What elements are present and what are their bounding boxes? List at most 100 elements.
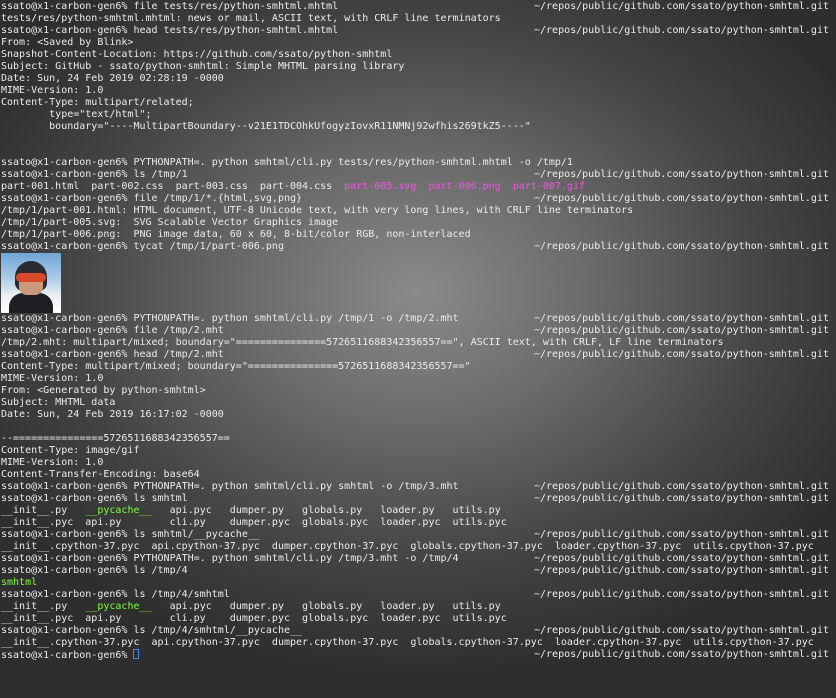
terminal-line: --===============5726511688342356557== <box>0 433 836 445</box>
line-text: type="text/html"; <box>1 109 152 120</box>
line-text: ssato@x1-carbon-gen6% ls /tmp/4/smhtml <box>1 589 230 600</box>
terminal-line-text: Subject: GitHub - ssato/python-smhtml: S… <box>1 61 404 73</box>
terminal-line-text: MIME-Version: 1.0 <box>1 457 103 469</box>
terminal-line: /tmp/1/part-006.png: PNG image data, 60 … <box>0 229 836 241</box>
terminal-line-text: /tmp/2.mht: multipart/mixed; boundary="=… <box>1 337 723 349</box>
line-text: ssato@x1-carbon-gen6% ls smhtml <box>1 493 188 504</box>
prompt-path: ~/repos/public/github.com/ssato/python-s… <box>533 589 829 600</box>
line-text: Content-Type: multipart/related; <box>1 97 194 108</box>
line-text: part-001.html part-002.css part-003.css … <box>1 181 345 192</box>
terminal-line: ssato@x1-carbon-gen6% head tests/res/pyt… <box>0 25 836 37</box>
terminal-line-text: ssato@x1-carbon-gen6% ls /tmp/4/smhtml <box>1 589 230 601</box>
prompt-path: ~/repos/public/github.com/ssato/python-s… <box>533 349 829 360</box>
terminal-line-text: ssato@x1-carbon-gen6% ls /tmp/4 <box>1 565 188 577</box>
terminal-line: ssato@x1-carbon-gen6% ls /tmp/1 ~/repos/p… <box>0 169 836 181</box>
terminal-line: Content-Type: image/gif <box>0 445 836 457</box>
terminal-line: ssato@x1-carbon-gen6% PYTHONPATH=. pytho… <box>0 157 836 169</box>
line-text: ssato@x1-carbon-gen6% PYTHONPATH=. pytho… <box>1 481 459 492</box>
terminal-line-text: Content-Type: image/gif <box>1 445 139 457</box>
terminal-line-text: ssato@x1-carbon-gen6% head /tmp/2.mht <box>1 349 224 361</box>
line-text: Subject: MHTML data <box>1 397 116 408</box>
line-text: ssato@x1-carbon-gen6% ls smhtml/__pycach… <box>1 529 260 540</box>
terminal-line-text: __init__.pyc api.py cli.py dumper.pyc gl… <box>1 613 507 625</box>
line-text: ssato@x1-carbon-gen6% PYTHONPATH=. pytho… <box>1 553 459 564</box>
terminal-line: smhtml <box>0 577 836 589</box>
terminal-line-text: MIME-Version: 1.0 <box>1 373 103 385</box>
line-text: /tmp/1/part-005.svg: SVG Scalable Vector… <box>1 217 339 228</box>
line-text: MIME-Version: 1.0 <box>1 457 104 468</box>
terminal-line: ssato@x1-carbon-gen6% tycat /tmp/1/part-… <box>0 241 836 253</box>
terminal-line: ssato@x1-carbon-gen6% ls smhtml/__pycach… <box>0 529 836 541</box>
prompt-path: ~/repos/public/github.com/ssato/python-s… <box>533 481 829 492</box>
terminal-line: ssato@x1-carbon-gen6% PYTHONPATH=. pytho… <box>0 481 836 493</box>
prompt-path: ~/repos/public/github.com/ssato/python-s… <box>533 625 829 636</box>
terminal-line: Content-Type: multipart/mixed; boundary=… <box>0 361 836 373</box>
terminal-line-text: part-001.html part-002.css part-003.css … <box>1 181 585 193</box>
terminal-line: type="text/html"; <box>0 109 836 121</box>
terminal-window[interactable]: ssato@x1-carbon-gen6% file tests/res/pyt… <box>0 0 836 698</box>
line-text: --===============5726511688342356557== <box>1 433 230 444</box>
terminal-line-text: __init__.py __pycache__ api.pyc dumper.p… <box>1 601 501 613</box>
line-text: __init__.pyc api.py cli.py dumper.pyc gl… <box>1 613 507 624</box>
terminal-line: MIME-Version: 1.0 <box>0 85 836 97</box>
terminal-line-text: ssato@x1-carbon-gen6% <box>1 649 140 661</box>
directory-name: __pycache__ <box>85 601 152 612</box>
line-text: api.pyc dumper.py globals.py loader.py u… <box>151 601 501 612</box>
terminal-line-text: __init__.py __pycache__ api.pyc dumper.p… <box>1 505 501 517</box>
terminal-line-text: type="text/html"; <box>1 109 152 121</box>
line-text: api.pyc dumper.py globals.py loader.py u… <box>151 505 501 516</box>
terminal-line-text: smhtml <box>1 577 37 589</box>
terminal-line: /tmp/1/part-001.html: HTML document, UTF… <box>0 205 836 217</box>
line-text: ssato@x1-carbon-gen6% head tests/res/pyt… <box>1 25 339 36</box>
terminal-line: Subject: MHTML data <box>0 397 836 409</box>
line-text: ssato@x1-carbon-gen6% PYTHONPATH=. pytho… <box>1 313 459 324</box>
terminal-line-text: Content-Type: multipart/mixed; boundary=… <box>1 361 471 373</box>
terminal-line: __init__.py __pycache__ api.pyc dumper.p… <box>0 601 836 613</box>
line-text: Date: Sun, 24 Feb 2019 16:17:02 -0000 <box>1 409 224 420</box>
terminal-line-text: boundary="----MultipartBoundary--v21E1TD… <box>1 121 531 133</box>
terminal-line: /tmp/1/part-005.svg: SVG Scalable Vector… <box>0 217 836 229</box>
terminal-line-text: ssato@x1-carbon-gen6% file tests/res/pyt… <box>1 1 338 13</box>
terminal-line: ssato@x1-carbon-gen6% ~/repos/public/git… <box>0 649 836 661</box>
terminal-line-text: Subject: MHTML data <box>1 397 115 409</box>
prompt-path: ~/repos/public/github.com/ssato/python-s… <box>533 493 829 504</box>
terminal-line: __init__.cpython-37.pyc api.cpython-37.p… <box>0 541 836 553</box>
terminal-line: ssato@x1-carbon-gen6% ls /tmp/4 ~/repos/p… <box>0 565 836 577</box>
terminal-line-text: ssato@x1-carbon-gen6% file /tmp/2.mht <box>1 325 224 337</box>
line-text: ssato@x1-carbon-gen6% ls /tmp/1 <box>1 169 188 180</box>
terminal-line: From: <Saved by Blink> <box>0 37 836 49</box>
terminal-line: ssato@x1-carbon-gen6% ls /tmp/4/smhtml/_… <box>0 625 836 637</box>
line-text: ssato@x1-carbon-gen6% <box>1 650 134 661</box>
terminal-line-text: ssato@x1-carbon-gen6% tycat /tmp/1/part-… <box>1 241 284 253</box>
terminal-line: boundary="----MultipartBoundary--v21E1TD… <box>0 121 836 133</box>
line-text: __init__.cpython-37.pyc api.cpython-37.p… <box>1 541 814 552</box>
terminal-line-text: MIME-Version: 1.0 <box>1 85 103 97</box>
image-file-names: part-005.svg part-006.png part-007.gif <box>344 181 585 192</box>
terminal-line: ssato@x1-carbon-gen6% ls /tmp/4/smhtml ~/… <box>0 589 836 601</box>
terminal-line: ssato@x1-carbon-gen6% ls smhtml ~/repos/p… <box>0 493 836 505</box>
line-text: Snapshot-Content-Location: https://githu… <box>1 49 393 60</box>
terminal-line: Date: Sun, 24 Feb 2019 16:17:02 -0000 <box>0 409 836 421</box>
terminal-line: Content-Transfer-Encoding: base64 <box>0 469 836 481</box>
terminal-line: Subject: GitHub - ssato/python-smhtml: S… <box>0 61 836 73</box>
prompt-path: ~/repos/public/github.com/ssato/python-s… <box>533 193 829 204</box>
prompt-path: ~/repos/public/github.com/ssato/python-s… <box>533 169 829 180</box>
prompt-path: ~/repos/public/github.com/ssato/python-s… <box>533 529 829 540</box>
terminal-line-text: Content-Type: multipart/related; <box>1 97 194 109</box>
terminal-line: ssato@x1-carbon-gen6% file /tmp/2.mht ~/r… <box>0 325 836 337</box>
terminal-line: From: <Generated by python-smhtml> <box>0 385 836 397</box>
line-text: ssato@x1-carbon-gen6% file /tmp/2.mht <box>1 325 224 336</box>
directory-name: __pycache__ <box>85 505 152 516</box>
line-text: ssato@x1-carbon-gen6% head /tmp/2.mht <box>1 349 224 360</box>
terminal-line-text: __init__.cpython-37.pyc api.cpython-37.p… <box>1 541 814 553</box>
terminal-line: part-001.html part-002.css part-003.css … <box>0 181 836 193</box>
prompt-path: ~/repos/public/github.com/ssato/python-s… <box>533 25 829 36</box>
